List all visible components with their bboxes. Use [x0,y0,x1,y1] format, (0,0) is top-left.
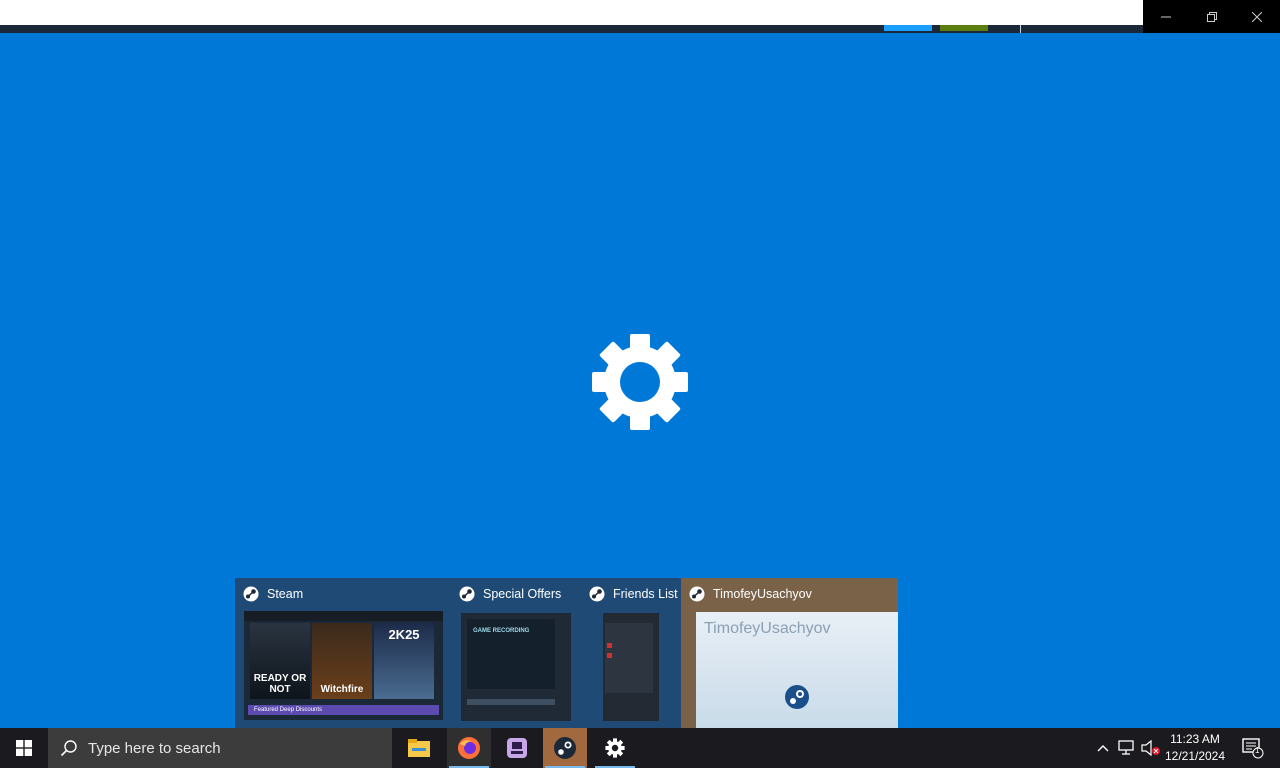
steam-icon [554,737,576,759]
notification-count: 1 [1255,746,1260,755]
thumbnail-friends-list[interactable]: Friends List [581,578,681,728]
taskbar-thumbnail-previews: Steam READY OR NOT Witchfire 2K25 Featur… [235,578,898,728]
media-app-icon [507,738,527,758]
volume-button[interactable] [1140,728,1162,768]
thumbnail-title: Special Offers [483,587,562,601]
minimize-icon [1160,16,1171,17]
search-placeholder: Type here to search [88,739,221,757]
action-center-button[interactable]: 1 [1234,728,1270,768]
game-tile: 2K25 [374,623,434,699]
steam-icon [243,586,259,602]
firefox-icon [458,737,480,759]
toolbar-green-button[interactable] [940,25,988,31]
close-button[interactable] [1234,0,1280,33]
taskbar: Type here to search 11:23 AM 12/21/2024 … [0,728,1280,768]
thumbnail-title: Friends List [613,587,678,601]
clock-date: 12/21/2024 [1164,749,1226,763]
restore-button[interactable] [1189,0,1235,33]
network-icon [1118,740,1134,755]
steam-logo-icon [785,685,809,709]
game-tile: READY OR NOT [250,623,310,699]
file-explorer-icon [408,739,430,757]
minimize-button[interactable] [1143,0,1189,33]
game-tile: Witchfire [312,623,372,699]
thumbnail-steam[interactable]: Steam READY OR NOT Witchfire 2K25 Featur… [235,578,451,728]
restore-icon [1206,11,1217,22]
settings-gear-icon [592,334,688,430]
friends-list-preview [603,613,659,721]
taskbar-app-file-explorer[interactable] [397,728,441,768]
chevron-up-icon [1097,745,1109,752]
steam-icon [459,586,475,602]
system-clock[interactable]: 11:23 AM 12/21/2024 [1162,731,1228,765]
thumbnail-title: TimofeyUsachyov [713,587,812,601]
volume-muted-icon [1141,740,1160,756]
search-icon [60,740,77,757]
taskbar-app-settings[interactable] [593,728,637,768]
windows-logo-icon [16,740,32,756]
thumbnail-timofeyusachyov[interactable]: TimofeyUsachyov TimofeyUsachyov [681,578,898,728]
notification-icon [1242,738,1264,759]
app-window-toolbar-strip [0,25,1143,33]
special-offers-preview: GAME RECORDING [461,613,571,721]
taskbar-app-media[interactable] [495,728,539,768]
taskbar-app-firefox[interactable] [447,728,491,768]
clock-time: 11:23 AM [1170,732,1220,746]
network-button[interactable] [1116,728,1138,768]
toolbar-blue-button[interactable] [884,25,932,31]
start-button[interactable] [0,728,48,768]
steam-icon [589,586,605,602]
taskbar-search-box[interactable]: Type here to search [48,728,392,768]
app-window-titlebar [0,0,1143,25]
featured-banner: Featured Deep Discounts [248,705,439,715]
thumbnail-title: Steam [267,587,304,601]
settings-icon [605,738,625,758]
window-controls [1143,0,1280,33]
steam-icon [689,586,705,602]
steam-login-preview: TimofeyUsachyov [696,612,898,728]
close-icon [1252,11,1263,22]
taskbar-app-steam[interactable] [543,728,587,768]
thumbnail-special-offers[interactable]: Special Offers GAME RECORDING [451,578,581,728]
toolbar-divider [1020,25,1021,33]
steam-window-preview: READY OR NOT Witchfire 2K25 Featured Dee… [244,611,443,720]
show-hidden-icons-button[interactable] [1094,728,1112,768]
